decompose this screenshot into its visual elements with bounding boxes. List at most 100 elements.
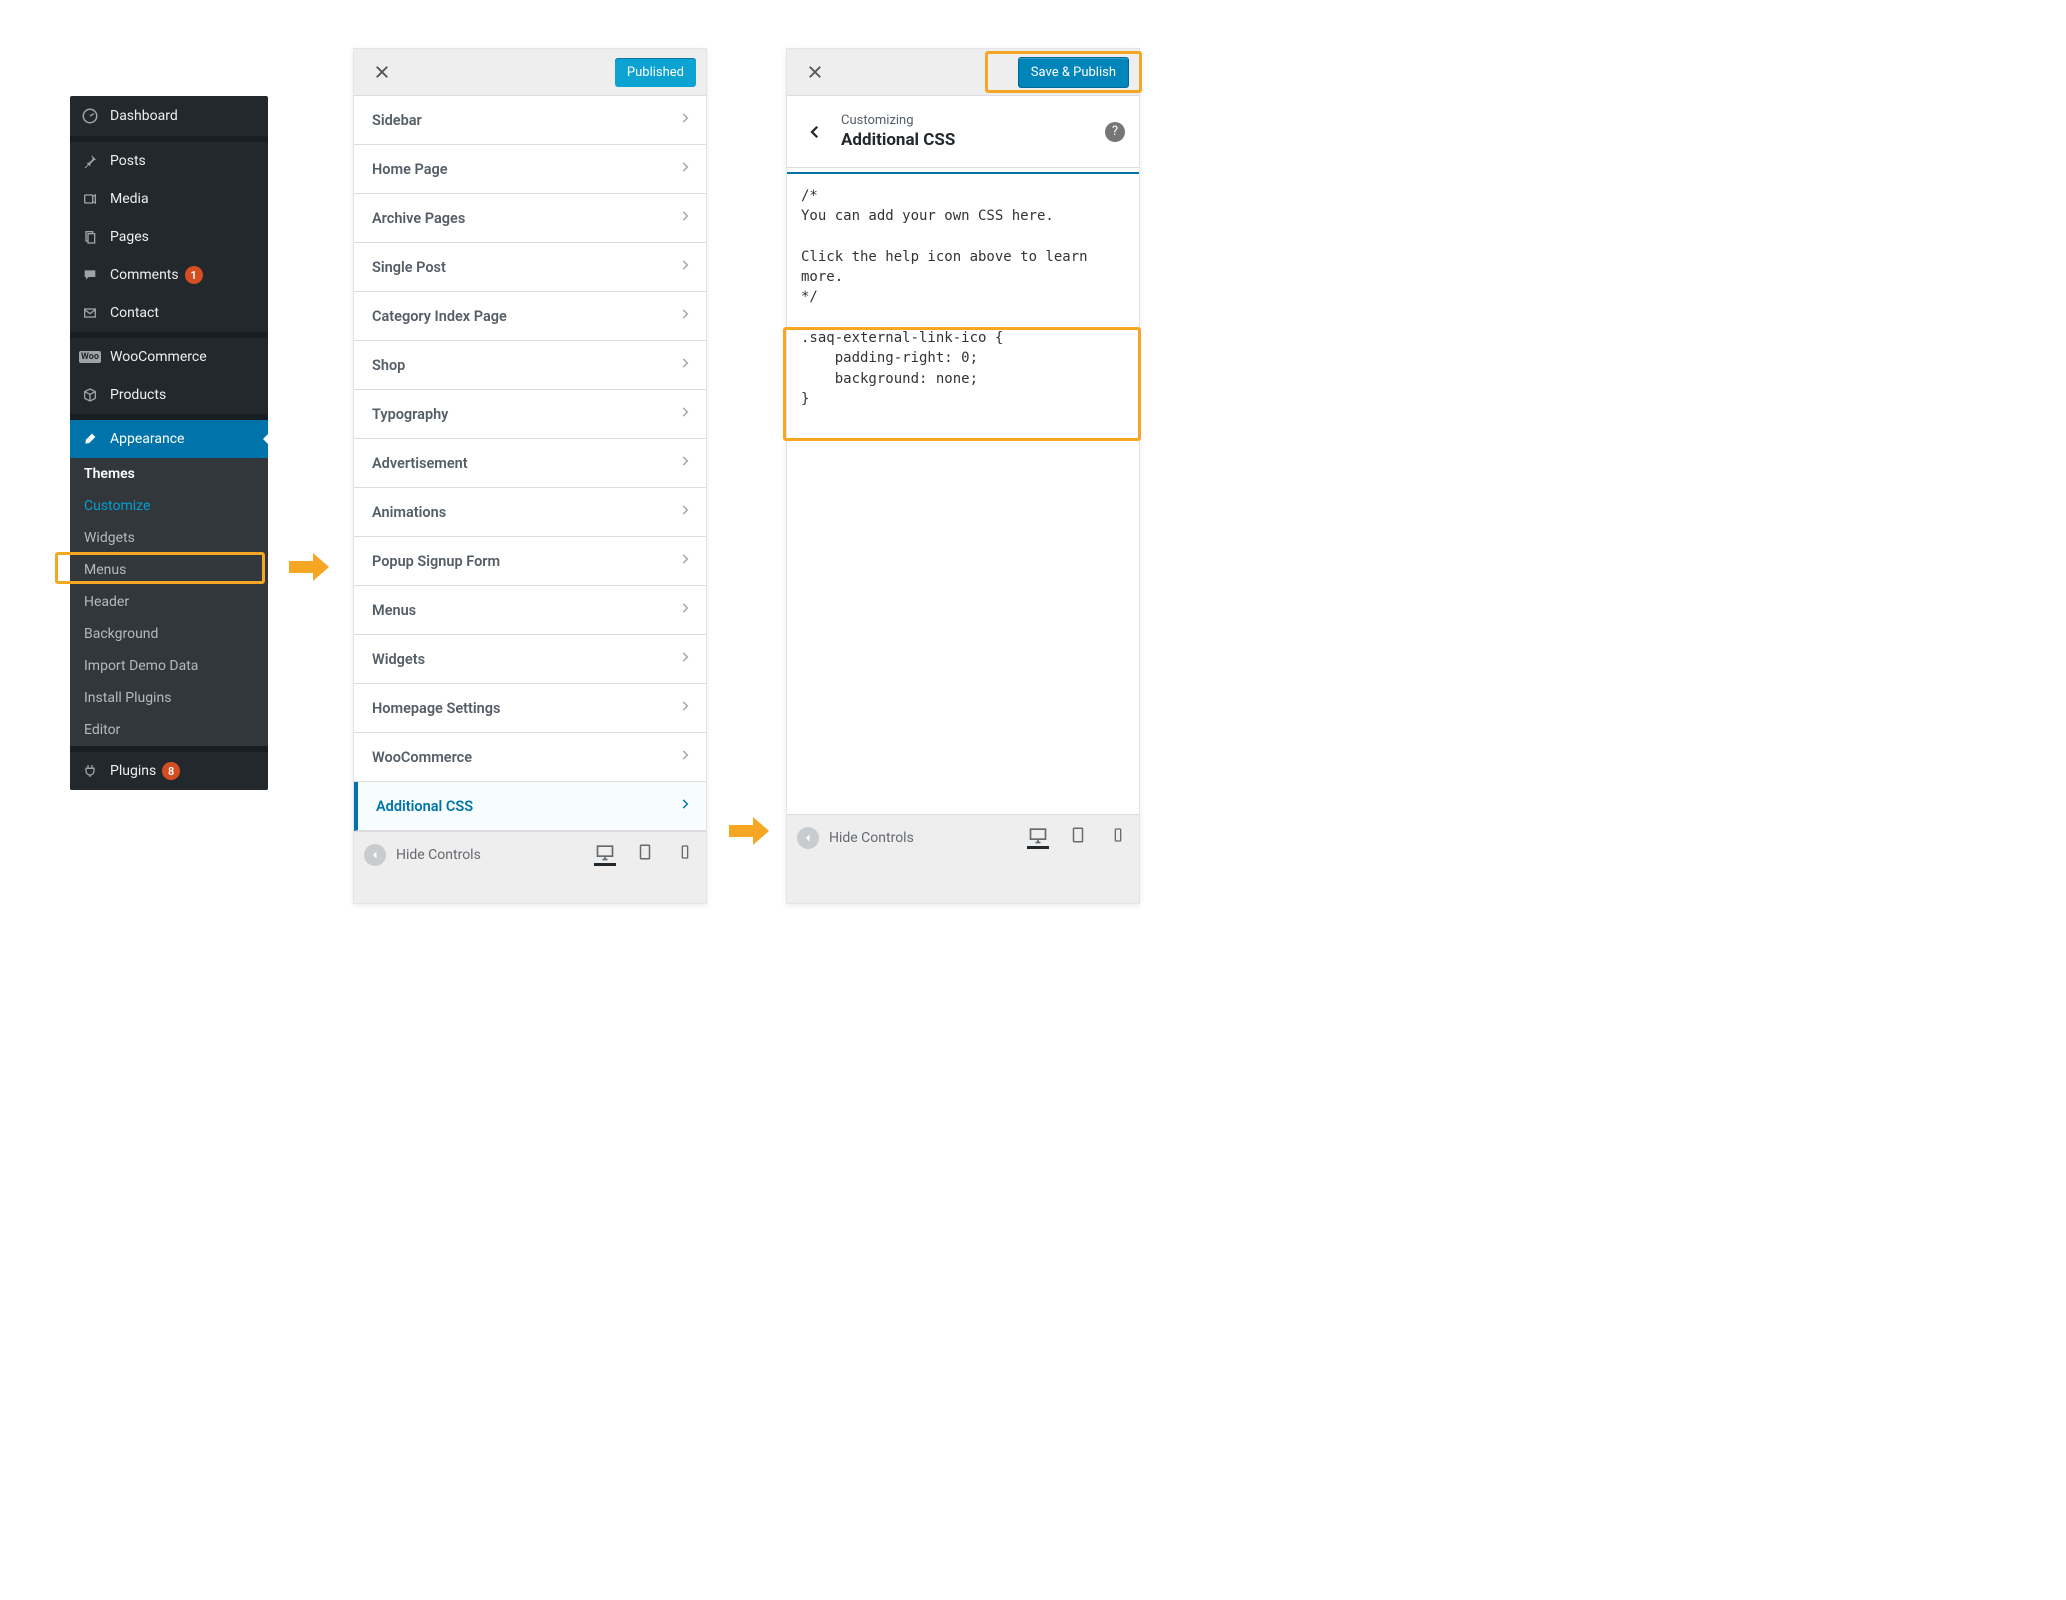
hide-controls-button[interactable]: Hide Controls: [797, 827, 914, 849]
customizer-item-label: Popup Signup Form: [372, 553, 500, 570]
subitem-editor[interactable]: Editor: [70, 714, 268, 746]
customizer-item-archive-pages[interactable]: Archive Pages: [354, 194, 706, 243]
section-header: Customizing Additional CSS ?: [787, 96, 1139, 168]
customizer-item-label: Additional CSS: [376, 798, 473, 815]
pages-icon: [80, 227, 100, 247]
customizer-item-sidebar[interactable]: Sidebar: [354, 96, 706, 145]
customizer-item-shop[interactable]: Shop: [354, 341, 706, 390]
chevron-right-icon: [678, 699, 692, 717]
section-title: Additional CSS: [841, 130, 1105, 150]
sidebar-item-plugins[interactable]: Plugins 8: [70, 752, 268, 790]
highlight-css-code: [783, 327, 1141, 441]
sidebar-item-products[interactable]: Products: [70, 376, 268, 414]
customizer-item-menus[interactable]: Menus: [354, 586, 706, 635]
customizer-item-label: Animations: [372, 504, 446, 521]
media-icon: [80, 189, 100, 209]
sidebar-label: Plugins: [110, 763, 156, 779]
dashboard-icon: [80, 106, 100, 126]
customizer-item-label: Widgets: [372, 651, 425, 668]
sidebar-label: Pages: [110, 229, 149, 245]
sidebar-label: Comments: [110, 267, 179, 283]
sidebar-item-pages[interactable]: Pages: [70, 218, 268, 256]
customizer-item-category-index-page[interactable]: Category Index Page: [354, 292, 706, 341]
sidebar-label: Products: [110, 387, 166, 403]
customizer-topbar: Published: [354, 49, 706, 96]
customizer-item-advertisement[interactable]: Advertisement: [354, 439, 706, 488]
subitem-themes[interactable]: Themes: [70, 458, 268, 490]
customizer-item-label: Advertisement: [372, 455, 468, 472]
subitem-widgets[interactable]: Widgets: [70, 522, 268, 554]
sidebar-item-woocommerce[interactable]: Woo WooCommerce: [70, 338, 268, 376]
section-titles: Customizing Additional CSS: [841, 113, 1105, 150]
customizer-footer: Hide Controls: [787, 814, 1139, 860]
chevron-right-icon: [678, 601, 692, 619]
device-desktop-button[interactable]: [1027, 827, 1049, 849]
device-mobile-button[interactable]: [1107, 827, 1129, 849]
published-button[interactable]: Published: [615, 58, 696, 87]
device-tablet-button[interactable]: [1067, 827, 1089, 849]
customizer-additional-css-panel: Save & Publish Customizing Additional CS…: [786, 48, 1140, 904]
sidebar-item-posts[interactable]: Posts: [70, 142, 268, 180]
plug-icon: [80, 761, 100, 781]
chevron-right-icon: [678, 405, 692, 423]
woo-icon: Woo: [80, 347, 100, 367]
subitem-header[interactable]: Header: [70, 586, 268, 618]
customizer-item-woocommerce[interactable]: WooCommerce: [354, 733, 706, 782]
subitem-background[interactable]: Background: [70, 618, 268, 650]
subitem-install-plugins[interactable]: Install Plugins: [70, 682, 268, 714]
sidebar-label: Dashboard: [110, 108, 178, 124]
customizer-item-label: Archive Pages: [372, 210, 465, 227]
device-preview-toggle: [1027, 827, 1129, 849]
sidebar-label: Posts: [110, 153, 146, 169]
section-overline: Customizing: [841, 113, 1105, 128]
customizer-item-single-post[interactable]: Single Post: [354, 243, 706, 292]
sidebar-label: Contact: [110, 305, 159, 321]
customizer-item-additional-css[interactable]: Additional CSS: [354, 782, 706, 831]
help-button[interactable]: ?: [1105, 122, 1125, 142]
customizer-section-list: Sidebar Home Page Archive Pages Single Post…: [354, 96, 706, 831]
customizer-item-label: Category Index Page: [372, 308, 507, 325]
chevron-right-icon: [678, 111, 692, 129]
customizer-item-label: Typography: [372, 406, 448, 423]
sidebar-item-comments[interactable]: Comments 1: [70, 256, 268, 294]
subitem-import-demo[interactable]: Import Demo Data: [70, 650, 268, 682]
highlight-save: [985, 51, 1142, 93]
customizer-item-label: WooCommerce: [372, 749, 472, 766]
customizer-sections-panel: Published SidebarHome PageArchive PagesS…: [353, 48, 707, 904]
hide-controls-button[interactable]: Hide Controls: [364, 844, 481, 866]
sidebar-item-contact[interactable]: Contact: [70, 294, 268, 332]
chevron-right-icon: [678, 160, 692, 178]
back-button[interactable]: [801, 118, 829, 146]
device-desktop-button[interactable]: [594, 844, 616, 866]
chevron-right-icon: [678, 552, 692, 570]
sidebar-item-appearance[interactable]: Appearance: [70, 420, 268, 458]
customizer-item-home-page[interactable]: Home Page: [354, 145, 706, 194]
sidebar-item-media[interactable]: Media: [70, 180, 268, 218]
envelope-icon: [80, 303, 100, 323]
sidebar-label: Media: [110, 191, 149, 207]
device-tablet-button[interactable]: [634, 844, 656, 866]
highlight-customize: [55, 552, 265, 584]
customizer-item-label: Menus: [372, 602, 416, 619]
hide-controls-label: Hide Controls: [396, 847, 481, 863]
customizer-item-animations[interactable]: Animations: [354, 488, 706, 537]
chevron-left-icon: [364, 844, 386, 866]
sidebar-item-dashboard[interactable]: Dashboard: [70, 96, 268, 136]
chevron-right-icon: [678, 503, 692, 521]
subitem-customize[interactable]: Customize: [70, 490, 268, 522]
css-editor[interactable]: /* You can add your own CSS here. Click …: [787, 174, 1139, 814]
device-mobile-button[interactable]: [674, 844, 696, 866]
chevron-right-icon: [678, 258, 692, 276]
customizer-item-typography[interactable]: Typography: [354, 390, 706, 439]
chevron-right-icon: [678, 748, 692, 766]
customizer-footer: Hide Controls: [354, 831, 706, 877]
customizer-item-popup-signup-form[interactable]: Popup Signup Form: [354, 537, 706, 586]
customizer-item-label: Home Page: [372, 161, 448, 178]
customizer-item-homepage-settings[interactable]: Homepage Settings: [354, 684, 706, 733]
close-button[interactable]: [797, 54, 833, 90]
customizer-item-widgets[interactable]: Widgets: [354, 635, 706, 684]
arrow-icon: [728, 817, 770, 845]
chevron-right-icon: [678, 454, 692, 472]
close-button[interactable]: [364, 54, 400, 90]
product-icon: [80, 385, 100, 405]
